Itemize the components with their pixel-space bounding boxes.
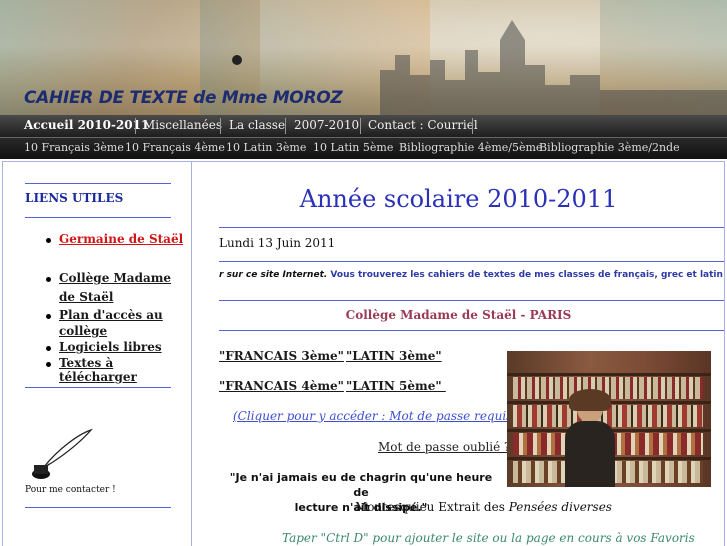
announcement-lead: r sur ce site Internet. [219, 270, 328, 280]
password-access-link[interactable]: (Cliquer pour y accéder : Mot de passe r… [233, 409, 517, 423]
primary-navigation: Accueil 2010-2011 Miscellanées La classe… [0, 115, 727, 137]
sidebar-link-plan-acces-line2[interactable]: collège [59, 324, 107, 338]
sidebar-link-college-line2[interactable]: de Staël [59, 290, 113, 304]
main-content: Année scolaire 2010-2011 Lundi 13 Juin 2… [193, 162, 724, 546]
content-frame: LIENS UTILES Germaine de Staël Collège M… [2, 161, 725, 546]
sidebar-heading: LIENS UTILES [25, 191, 124, 205]
sidebar: LIENS UTILES Germaine de Staël Collège M… [3, 162, 192, 546]
sidebar-link-logiciels-libres[interactable]: Logiciels libres [59, 340, 162, 354]
nav-item-2007-2010[interactable]: 2007-2010 [294, 118, 359, 132]
nav-item-la-classe[interactable]: La classe [229, 118, 285, 132]
nav-item-francais-3eme[interactable]: 10 Français 3ème [24, 141, 124, 154]
nav-item-contact[interactable]: Contact : Courriel [368, 118, 478, 132]
link-latin-3eme[interactable]: "LATIN 3ème" [346, 349, 442, 363]
quote-attribution: Montesquieu Extrait des Pensées diverses [355, 500, 612, 514]
header-banner: CAHIER DE TEXTE de Mme MOROZ [0, 0, 727, 115]
contact-label[interactable]: Pour me contacter ! [25, 485, 116, 495]
announcement-text: Vous trouverez les cahiers de textes de … [330, 270, 724, 280]
teacher-library-photo [507, 351, 711, 487]
sidebar-link-plan-acces[interactable]: Plan d'accès au [59, 308, 163, 322]
nav-item-latin-5eme[interactable]: 10 Latin 5ème [313, 141, 393, 154]
nav-item-latin-3eme[interactable]: 10 Latin 3ème [226, 141, 306, 154]
link-latin-5eme[interactable]: "LATIN 5ème" [346, 379, 446, 393]
nav-item-accueil[interactable]: Accueil 2010-2011 [24, 118, 149, 132]
date-text: Lundi 13 Juin 2011 [219, 236, 336, 250]
quill-and-inkwell-icon[interactable] [29, 428, 95, 480]
secondary-navigation: 10 Français 3ème 10 Français 4ème 10 Lat… [0, 137, 727, 159]
sidebar-link-germaine-de-stael[interactable]: Germaine de Staël [59, 232, 183, 246]
attribution-author: Montesquieu Extrait des [355, 500, 505, 514]
forgot-password-link[interactable]: Mot de passe oublié ? [378, 440, 510, 454]
favorites-hint: Taper "Ctrl D" pour ajouter le site ou l… [282, 531, 695, 545]
quote-line-1: "Je n'ai jamais eu de chagrin qu'une heu… [229, 471, 493, 499]
link-francais-4eme[interactable]: "FRANCAIS 4ème" [219, 379, 344, 393]
link-francais-3eme[interactable]: "FRANCAIS 3ème" [219, 349, 344, 363]
sidebar-link-textes[interactable]: Textes à télécharger [59, 356, 191, 384]
nav-item-bibliographie-3-2nde[interactable]: Bibliographie 3ème/2nde [539, 141, 680, 154]
nav-item-bibliographie-4-5[interactable]: Bibliographie 4ème/5ème [399, 141, 542, 154]
page-title: Année scolaire 2010-2011 [299, 185, 618, 213]
college-name: Collège Madame de Staël - PARIS [345, 308, 572, 322]
scrolling-announcement: r sur ce site Internet. Vous trouverez l… [219, 270, 724, 280]
site-title: CAHIER DE TEXTE de Mme MOROZ [24, 88, 343, 108]
nav-item-francais-4eme[interactable]: 10 Français 4ème [125, 141, 225, 154]
nav-item-miscellanees[interactable]: Miscellanées [143, 118, 222, 132]
sidebar-link-college[interactable]: Collège Madame [59, 271, 171, 285]
attribution-work: Pensées diverses [508, 500, 612, 514]
